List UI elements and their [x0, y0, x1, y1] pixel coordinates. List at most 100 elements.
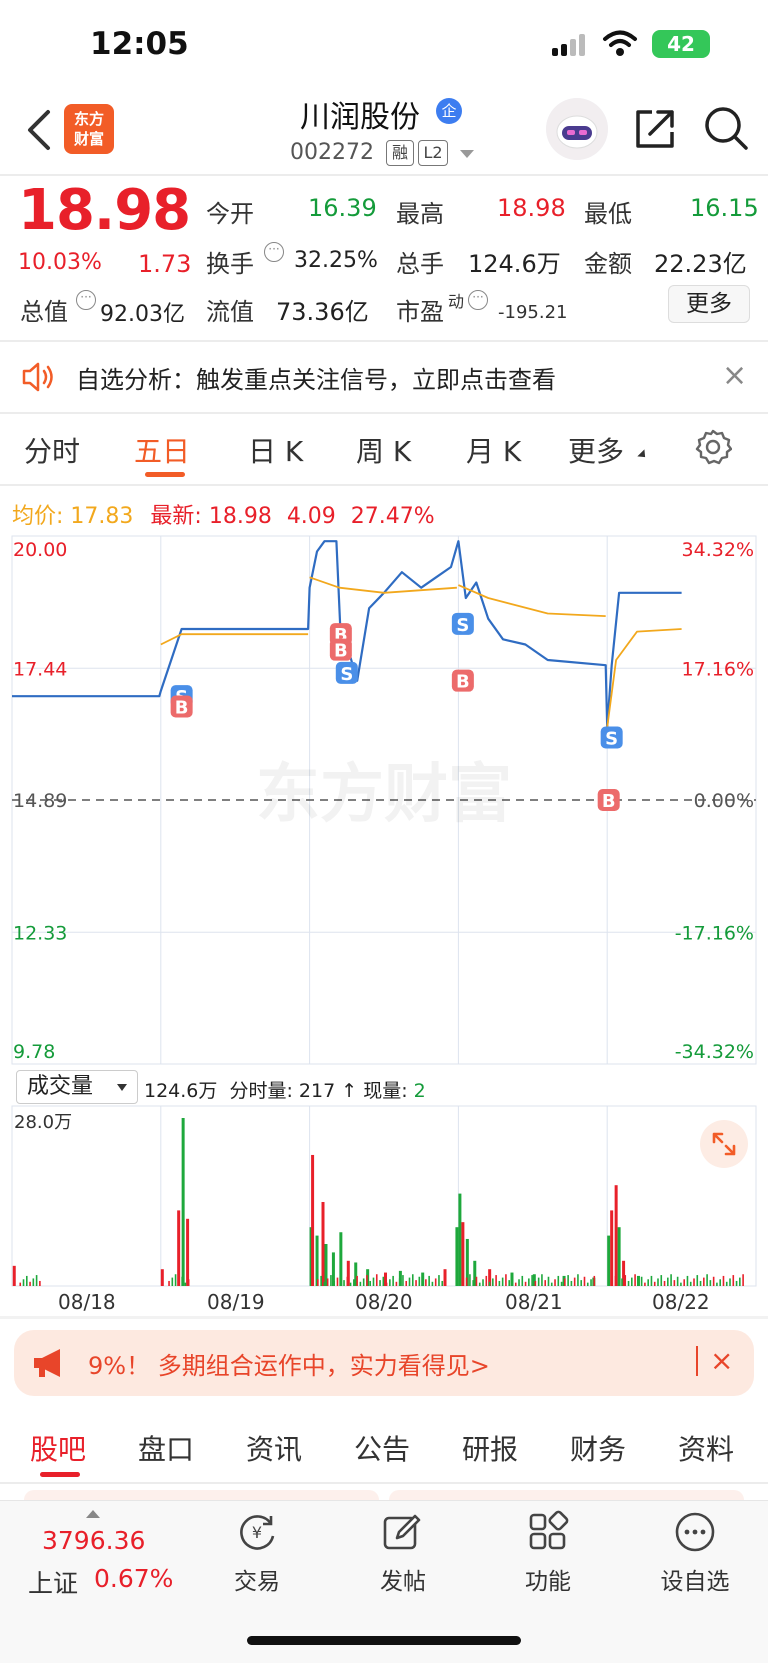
buy-signal-marker[interactable]: B [597, 789, 620, 812]
search-icon[interactable] [702, 104, 750, 152]
buy-signal-marker[interactable]: B [329, 638, 352, 662]
volume-bar [577, 1274, 579, 1286]
volume-bar [719, 1279, 721, 1286]
chevron-down-icon[interactable] [460, 150, 474, 158]
tab-news[interactable]: 资讯 [246, 1428, 302, 1468]
volume-chart[interactable]: 28.0万 [0, 1104, 768, 1290]
now-volume-label: 现量: [363, 1080, 408, 1102]
share-icon[interactable] [632, 106, 678, 152]
volume-bar [550, 1282, 553, 1286]
volume-bar [673, 1280, 676, 1286]
y-axis-label: 17.44 [13, 658, 67, 680]
volume-bar [676, 1276, 679, 1286]
volume-bar [660, 1275, 663, 1286]
stock-code[interactable]: 002272 [290, 140, 374, 165]
ai-assistant-icon[interactable] [546, 98, 608, 160]
volume-bar [567, 1275, 569, 1286]
indicator-selector[interactable]: 成交量 [16, 1070, 138, 1104]
chevron-down-icon [117, 1084, 127, 1091]
sell-signal-marker[interactable]: S [600, 726, 623, 749]
buy-signal-marker[interactable]: B [451, 669, 474, 693]
home-indicator [247, 1636, 521, 1645]
minute-volume-value: 217 [298, 1080, 336, 1102]
y-axis-right-label: -17.16% [675, 922, 754, 944]
tab-announcements[interactable]: 公告 [354, 1428, 410, 1468]
volume-bar [395, 1281, 398, 1286]
five-day-price-chart[interactable]: 东方财富SBBBSSBSB20.0034.32%17.4417.16%14.89… [0, 528, 768, 1068]
tab-order-book[interactable]: 盘口 [138, 1428, 194, 1468]
amount-value: 22.23亿 [654, 250, 747, 278]
add-watchlist-button[interactable]: 设自选 [650, 1510, 740, 1596]
y-axis-right-label: 0.00% [694, 790, 754, 812]
tab-guba[interactable]: 股吧 [30, 1428, 86, 1468]
pe-info-icon[interactable]: ··· [468, 290, 488, 310]
sell-signal-marker[interactable]: S [335, 661, 358, 685]
more-quote-button[interactable]: 更多 [668, 285, 750, 323]
trade-icon: ¥ [240, 1515, 275, 1550]
tab-monthly-k[interactable]: 月 K [466, 430, 521, 470]
promo-close-button[interactable]: × [710, 1344, 733, 1377]
sell-signal-marker[interactable]: S [451, 612, 474, 636]
volume-bar [174, 1274, 177, 1286]
promo-text[interactable]: 9%！ 多期组合运作中，实力看得见> [88, 1346, 490, 1381]
status-time: 12:05 [90, 26, 189, 62]
volume-bar [696, 1275, 699, 1286]
tabs-divider [0, 484, 768, 486]
volume-bar [508, 1280, 510, 1286]
volume-bar [372, 1277, 375, 1286]
gear-icon[interactable] [694, 428, 732, 466]
volume-bar [521, 1275, 524, 1286]
post-label: 发帖 [380, 1569, 426, 1595]
latest-value: 18.98 [208, 504, 272, 529]
volume-bar [534, 1280, 537, 1286]
turnover-info-icon[interactable]: ··· [264, 242, 284, 262]
buy-signal-marker[interactable]: B [170, 695, 193, 718]
y-axis-label: 12.33 [13, 922, 67, 944]
tab-five-day[interactable]: 五日 [134, 430, 190, 470]
volume-bar [617, 1281, 620, 1286]
tab-more[interactable]: 更多 [568, 430, 624, 470]
tab-daily-k[interactable]: 日 K [248, 430, 303, 470]
apps-button[interactable]: 功能 [503, 1510, 593, 1596]
volume-bar [19, 1282, 22, 1286]
expand-chart-button[interactable] [700, 1120, 748, 1168]
volume-bar [311, 1154, 315, 1286]
volume-bar [524, 1281, 527, 1286]
svg-text:B: B [334, 641, 348, 662]
expand-icon [712, 1132, 736, 1156]
volume-bar [485, 1275, 488, 1286]
notice-close-button[interactable]: × [722, 358, 747, 393]
volume-bar [362, 1278, 365, 1286]
volume-bar [389, 1279, 391, 1286]
tab-research[interactable]: 研报 [462, 1428, 518, 1468]
tab-weekly-k[interactable]: 周 K [356, 430, 411, 470]
tab-finance[interactable]: 财务 [570, 1428, 626, 1468]
volume-bar [712, 1276, 715, 1286]
index-percent[interactable]: 0.67% [94, 1564, 173, 1593]
volume-bar [187, 1279, 190, 1286]
index-value[interactable]: 3796.36 [42, 1526, 145, 1555]
volume-bar [461, 1222, 465, 1286]
turnover-label: 换手 [206, 250, 254, 278]
volume-bar [385, 1282, 388, 1286]
index-name[interactable]: 上证 [28, 1564, 78, 1600]
trade-button[interactable]: ¥ 交易 [212, 1510, 302, 1596]
volume-bar [703, 1277, 705, 1286]
y-axis-right-label: -34.32% [675, 1041, 754, 1063]
volume-bar [488, 1281, 491, 1286]
market-cap-info-icon[interactable]: ··· [76, 290, 96, 310]
post-button[interactable]: 发帖 [358, 1510, 448, 1596]
volume-bar [160, 1269, 164, 1286]
logo-line2: 财富 [73, 130, 104, 148]
volume-bar [35, 1275, 38, 1286]
diff-value: 4.09 [286, 504, 336, 529]
back-button[interactable] [24, 108, 54, 152]
y-axis-right-label: 34.32% [682, 539, 754, 561]
tab-intraday[interactable]: 分时 [24, 430, 80, 470]
margin-tag: 融 [386, 140, 414, 166]
tab-profile[interactable]: 资料 [678, 1428, 734, 1468]
chevron-up-icon[interactable] [86, 1510, 100, 1518]
up-arrow-icon: ↑ [341, 1080, 358, 1102]
volume-bar [583, 1276, 586, 1286]
notice-text[interactable]: 自选分析：触发重点关注信号，立即点击查看 [76, 360, 556, 395]
